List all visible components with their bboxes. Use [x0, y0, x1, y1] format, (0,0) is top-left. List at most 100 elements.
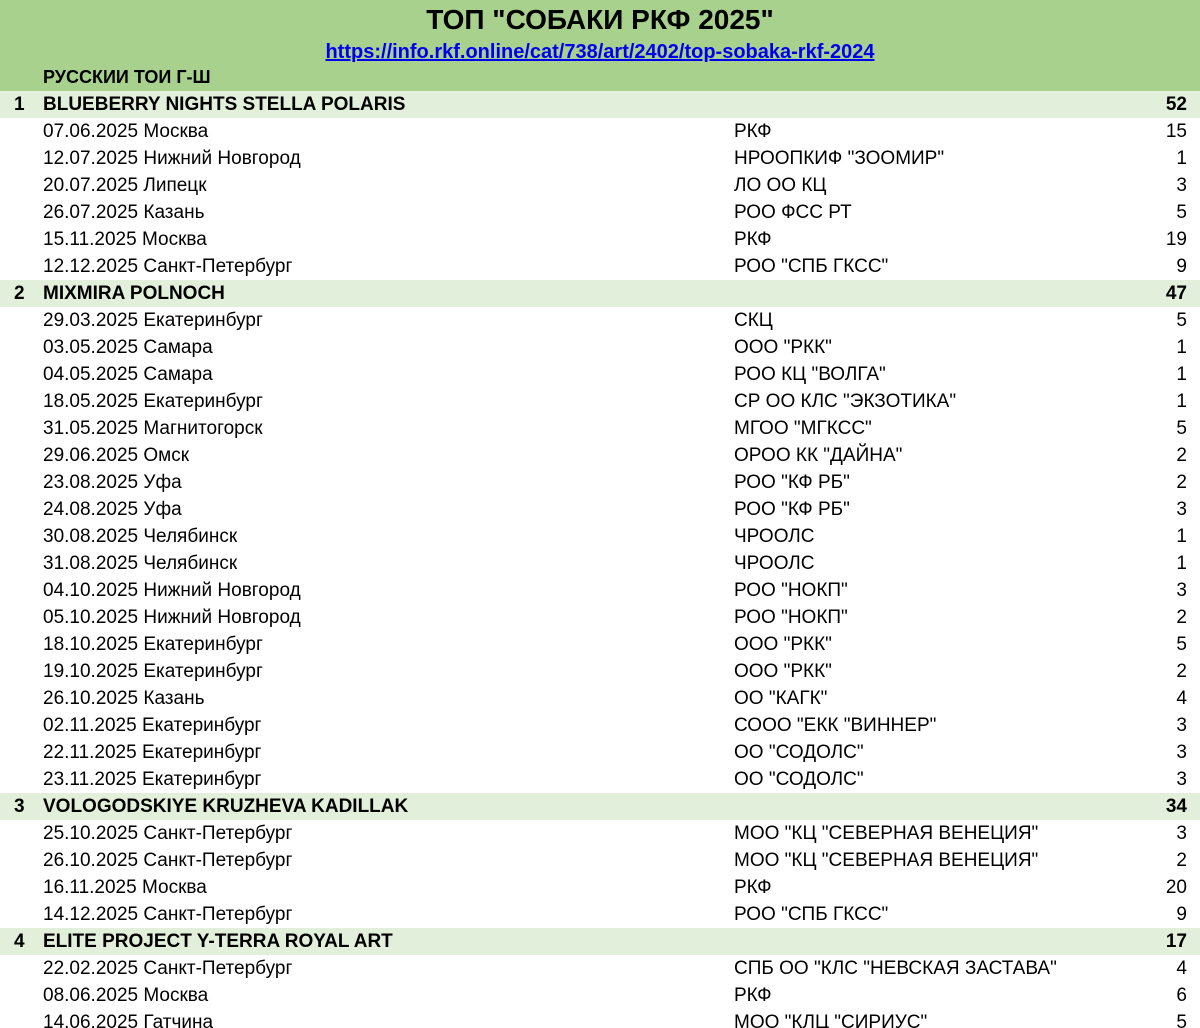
- show-points: 5: [1176, 634, 1187, 655]
- dog-total-points: 47: [1165, 283, 1187, 304]
- show-date-city: 29.03.2025 Екатеринбург: [43, 310, 263, 331]
- dog-row: 4 ELITE PROJECT Y-TERRA ROYAL ART 17: [0, 928, 1200, 955]
- dog-total-points: 34: [1165, 796, 1187, 817]
- show-points: 2: [1176, 607, 1187, 628]
- show-row: 25.10.2025 Санкт-Петербург МОО "КЦ "СЕВЕР…: [0, 820, 1200, 847]
- show-points: 1: [1176, 526, 1187, 547]
- show-organizer: РКФ: [734, 877, 772, 898]
- dog-name: BLUEBERRY NIGHTS STELLA POLARIS: [43, 94, 406, 115]
- show-date-city: 03.05.2025 Самара: [43, 337, 213, 358]
- dog-name: VOLOGODSKIYE KRUZHEVA KADILLAK: [43, 796, 409, 817]
- show-date-city: 07.06.2025 Москва: [43, 121, 209, 142]
- show-row: 07.06.2025 Москва РКФ 15: [0, 118, 1200, 145]
- show-date-city: 05.10.2025 Нижний Новгород: [43, 607, 301, 628]
- ranking-sheet: ТОП "СОБАКИ РКФ 2025" https://info.rkf.o…: [0, 0, 1200, 1028]
- show-organizer: РКФ: [734, 229, 772, 250]
- show-organizer: РОО "КФ РБ": [734, 472, 850, 493]
- show-date-city: 16.11.2025 Москва: [43, 877, 207, 898]
- show-organizer: РОО "КФ РБ": [734, 499, 850, 520]
- show-row: 31.05.2025 Магнитогорск МГОО "МГКСС" 5: [0, 415, 1200, 442]
- show-organizer: ОО "СОДОЛС": [734, 742, 864, 763]
- show-organizer: РОО "СПБ ГКСС": [734, 256, 889, 277]
- show-points: 5: [1176, 310, 1187, 331]
- show-points: 1: [1176, 391, 1187, 412]
- show-organizer: ООО "РКК": [734, 337, 832, 358]
- show-date-city: 18.05.2025 Екатеринбург: [43, 391, 263, 412]
- show-row: 19.10.2025 Екатеринбург ООО "РКК" 2: [0, 658, 1200, 685]
- show-points: 6: [1176, 985, 1187, 1006]
- show-points: 5: [1176, 1012, 1187, 1028]
- show-date-city: 22.02.2025 Санкт-Петербург: [43, 958, 293, 979]
- show-row: 23.11.2025 Екатеринбург ОО "СОДОЛС" 3: [0, 766, 1200, 793]
- show-organizer: РОО "НОКП": [734, 607, 848, 628]
- show-date-city: 18.10.2025 Екатеринбург: [43, 634, 263, 655]
- dog-total-points: 17: [1165, 931, 1187, 952]
- show-row: 14.06.2025 Гатчина МОО "КЛЦ "СИРИУС" 5: [0, 1009, 1200, 1028]
- show-row: 24.08.2025 Уфа РОО "КФ РБ" 3: [0, 496, 1200, 523]
- show-row: 15.11.2025 Москва РКФ 19: [0, 226, 1200, 253]
- dog-row: 3 VOLOGODSKIYE KRUZHEVA KADILLAK 34: [0, 793, 1200, 820]
- show-points: 9: [1176, 904, 1187, 925]
- show-row: 31.08.2025 Челябинск ЧРООЛС 1: [0, 550, 1200, 577]
- show-points: 5: [1176, 202, 1187, 223]
- show-row: 04.10.2025 Нижний Новгород РОО "НОКП" 3: [0, 577, 1200, 604]
- show-organizer: ЧРООЛС: [734, 553, 815, 574]
- show-row: 26.10.2025 Казань ОО "КАГК" 4: [0, 685, 1200, 712]
- show-date-city: 23.08.2025 Уфа: [43, 472, 182, 493]
- show-date-city: 04.05.2025 Самара: [43, 364, 213, 385]
- show-points: 3: [1176, 823, 1187, 844]
- show-organizer: СПБ ОО "КЛС "НЕВСКАЯ ЗАСТАВА": [734, 958, 1057, 979]
- show-organizer: НРООПКИФ "ЗООМИР": [734, 148, 945, 169]
- show-points: 4: [1176, 688, 1187, 709]
- show-row: 18.10.2025 Екатеринбург ООО "РКК" 5: [0, 631, 1200, 658]
- show-row: 05.10.2025 Нижний Новгород РОО "НОКП" 2: [0, 604, 1200, 631]
- source-link[interactable]: https://info.rkf.online/cat/738/art/2402…: [0, 41, 1200, 63]
- show-date-city: 14.12.2025 Санкт-Петербург: [43, 904, 293, 925]
- show-points: 15: [1165, 121, 1187, 142]
- show-organizer: СООО "ЕКК "ВИННЕР": [734, 715, 937, 736]
- breed-heading: РУССКИИ ТОИ Г-Ш: [43, 67, 211, 87]
- show-organizer: РКФ: [734, 985, 772, 1006]
- show-points: 2: [1176, 445, 1187, 466]
- show-date-city: 12.12.2025 Санкт-Петербург: [43, 256, 293, 277]
- ranking-table: 1 BLUEBERRY NIGHTS STELLA POLARIS 52 07.06.…: [0, 91, 1200, 1028]
- show-date-city: 30.08.2025 Челябинск: [43, 526, 238, 547]
- show-points: 9: [1176, 256, 1187, 277]
- show-organizer: РОО "СПБ ГКСС": [734, 904, 889, 925]
- show-points: 3: [1176, 742, 1187, 763]
- show-date-city: 02.11.2025 Екатеринбург: [43, 715, 262, 736]
- show-date-city: 22.11.2025 Екатеринбург: [43, 742, 262, 763]
- show-points: 2: [1176, 472, 1187, 493]
- show-organizer: РКФ: [734, 121, 772, 142]
- show-row: 18.05.2025 Екатеринбург СР ОО КЛС "ЭКЗОТИ…: [0, 388, 1200, 415]
- sheet-header: ТОП "СОБАКИ РКФ 2025" https://info.rkf.o…: [0, 0, 1200, 91]
- dog-name: MIXMIRA POLNOCH: [43, 283, 225, 304]
- show-organizer: ЛО ОО КЦ: [734, 175, 827, 196]
- show-organizer: МОО "КЦ "СЕВЕРНАЯ ВЕНЕЦИЯ": [734, 850, 1039, 871]
- show-date-city: 31.05.2025 Магнитогорск: [43, 418, 263, 439]
- show-points: 3: [1176, 715, 1187, 736]
- dog-row: 1 BLUEBERRY NIGHTS STELLA POLARIS 52: [0, 91, 1200, 118]
- show-points: 3: [1176, 580, 1187, 601]
- dog-name: ELITE PROJECT Y-TERRA ROYAL ART: [43, 931, 393, 952]
- show-date-city: 26.10.2025 Казань: [43, 688, 205, 709]
- show-organizer: МГОО "МГКСС": [734, 418, 872, 439]
- show-points: 2: [1176, 850, 1187, 871]
- show-points: 1: [1176, 148, 1187, 169]
- dog-row: 2 MIXMIRA POLNOCH 47: [0, 280, 1200, 307]
- show-organizer: ОРОО КК "ДАЙНА": [734, 445, 903, 466]
- show-row: 22.11.2025 Екатеринбург ОО "СОДОЛС" 3: [0, 739, 1200, 766]
- show-points: 5: [1176, 418, 1187, 439]
- show-points: 1: [1176, 553, 1187, 574]
- show-row: 04.05.2025 Самара РОО КЦ "ВОЛГА" 1: [0, 361, 1200, 388]
- show-date-city: 08.06.2025 Москва: [43, 985, 209, 1006]
- show-organizer: ООО "РКК": [734, 661, 832, 682]
- show-row: 12.07.2025 Нижний Новгород НРООПКИФ "ЗООМ…: [0, 145, 1200, 172]
- show-points: 4: [1176, 958, 1187, 979]
- show-date-city: 19.10.2025 Екатеринбург: [43, 661, 263, 682]
- show-date-city: 31.08.2025 Челябинск: [43, 553, 238, 574]
- show-row: 29.03.2025 Екатеринбург СКЦ 5: [0, 307, 1200, 334]
- page-title: ТОП "СОБАКИ РКФ 2025": [426, 4, 774, 35]
- show-organizer: ОО "КАГК": [734, 688, 828, 709]
- show-organizer: МОО "КЦ "СЕВЕРНАЯ ВЕНЕЦИЯ": [734, 823, 1039, 844]
